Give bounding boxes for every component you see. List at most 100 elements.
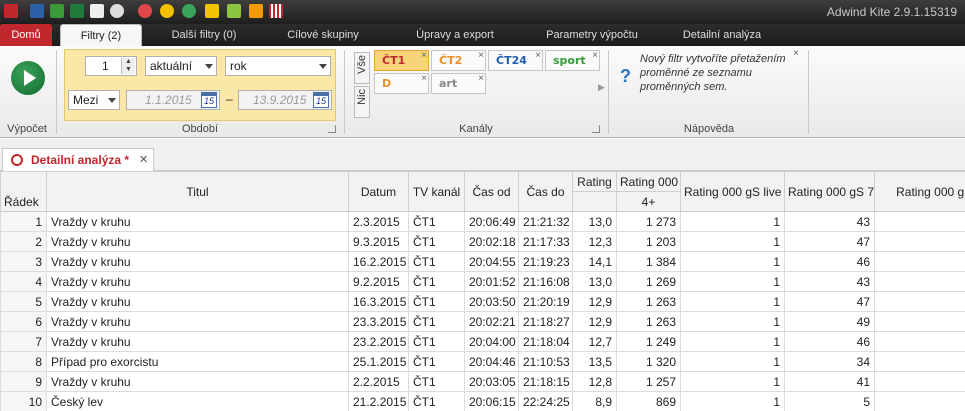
cell-channel[interactable]: ČT1 bbox=[408, 211, 465, 232]
cell-rating-000[interactable]: 869 bbox=[616, 391, 681, 411]
cell-time-from[interactable]: 20:04:46 bbox=[464, 351, 519, 372]
cell-row-number[interactable]: 6 bbox=[0, 311, 47, 332]
cell-rating-gs-7[interactable]: 46 bbox=[784, 331, 875, 352]
tab-dalsi-filtry[interactable]: Další filtry (0) bbox=[158, 24, 250, 46]
cell-rating-gs-30[interactable]: 57 bbox=[874, 251, 965, 272]
cell-rating-gs-7[interactable]: 43 bbox=[784, 211, 875, 232]
close-icon[interactable]: × bbox=[592, 46, 598, 65]
table-row[interactable]: 5 Vraždy v kruhu 16.3.2015 ČT1 20:03:50 21:20… bbox=[0, 291, 965, 312]
period-count-spinner[interactable]: 1 ▲ ▼ bbox=[85, 56, 137, 76]
select-no-channels-button[interactable]: Nic bbox=[354, 86, 370, 118]
cell-time-from[interactable]: 20:03:05 bbox=[464, 371, 519, 392]
tab-upravy-export[interactable]: Úpravy a export bbox=[405, 24, 505, 46]
cell-title[interactable]: Vraždy v kruhu bbox=[46, 251, 349, 272]
cell-rating[interactable]: 14,1 bbox=[572, 251, 617, 272]
cell-rating[interactable]: 12,7 bbox=[572, 331, 617, 352]
cell-rating-000[interactable]: 1 203 bbox=[616, 231, 681, 252]
save-as-icon[interactable] bbox=[50, 4, 64, 18]
cell-rating-gs-live[interactable]: 1 bbox=[680, 331, 785, 352]
cell-title[interactable]: Vraždy v kruhu bbox=[46, 271, 349, 292]
cell-title[interactable]: Vraždy v kruhu bbox=[46, 291, 349, 312]
save-icon[interactable] bbox=[30, 4, 44, 18]
clock-icon[interactable] bbox=[110, 4, 124, 18]
cell-rating-gs-live[interactable]: 1 bbox=[680, 391, 785, 411]
col-header-rating-gs-live[interactable]: Rating 000 gS live bbox=[680, 171, 785, 212]
calendar-icon[interactable]: 15 bbox=[313, 92, 329, 108]
cell-row-number[interactable]: 2 bbox=[0, 231, 47, 252]
channel-ct1[interactable]: ČT1 × bbox=[374, 50, 429, 71]
cell-channel[interactable]: ČT1 bbox=[408, 291, 465, 312]
cell-time-from[interactable]: 20:03:50 bbox=[464, 291, 519, 312]
table-row[interactable]: 7 Vraždy v kruhu 23.2.2015 ČT1 20:04:00 21:18… bbox=[0, 331, 965, 352]
calendar-icon[interactable]: 15 bbox=[201, 92, 217, 108]
date-from-field[interactable]: 1.1.2015 15 bbox=[126, 90, 220, 110]
cell-rating-000[interactable]: 1 320 bbox=[616, 351, 681, 372]
close-icon[interactable]: × bbox=[421, 46, 427, 65]
cell-row-number[interactable]: 10 bbox=[0, 391, 47, 411]
cell-rating-gs-30[interactable]: 60 bbox=[874, 311, 965, 332]
cell-date[interactable]: 9.3.2015 bbox=[348, 231, 409, 252]
cell-rating-000[interactable]: 1 263 bbox=[616, 311, 681, 332]
cell-rating-gs-live[interactable]: 1 bbox=[680, 291, 785, 312]
cell-date[interactable]: 2.2.2015 bbox=[348, 371, 409, 392]
cell-date[interactable]: 16.3.2015 bbox=[348, 291, 409, 312]
cell-date[interactable]: 25.1.2015 bbox=[348, 351, 409, 372]
cell-rating-gs-live[interactable]: 1 bbox=[680, 211, 785, 232]
cell-time-from[interactable]: 20:02:21 bbox=[464, 311, 519, 332]
cell-time-from[interactable]: 20:04:00 bbox=[464, 331, 519, 352]
close-icon[interactable]: × bbox=[421, 69, 427, 88]
cell-channel[interactable]: ČT1 bbox=[408, 371, 465, 392]
cell-channel[interactable]: ČT1 bbox=[408, 391, 465, 411]
cell-time-from[interactable]: 20:06:15 bbox=[464, 391, 519, 411]
cell-title[interactable]: Český lev bbox=[46, 391, 349, 411]
channel-ct-art[interactable]: art × bbox=[431, 73, 486, 94]
cell-title[interactable]: Vraždy v kruhu bbox=[46, 371, 349, 392]
cell-title[interactable]: Případ pro exorcistu bbox=[46, 351, 349, 372]
tab-cilove-skupiny[interactable]: Cílové skupiny bbox=[278, 24, 368, 46]
cell-rating-gs-30[interactable]: 55 bbox=[874, 211, 965, 232]
cell-rating[interactable]: 12,3 bbox=[572, 231, 617, 252]
cell-row-number[interactable]: 7 bbox=[0, 331, 47, 352]
col-header-rating-gs-7[interactable]: Rating 000 gS 7 bbox=[784, 171, 875, 212]
col-header-rating-000[interactable]: Rating 000 bbox=[616, 171, 681, 192]
cell-time-from[interactable]: 20:04:55 bbox=[464, 251, 519, 272]
cell-rating-000[interactable]: 1 257 bbox=[616, 371, 681, 392]
cell-rating-gs-30[interactable]: 58 bbox=[874, 231, 965, 252]
tab-parametry-vypoctu[interactable]: Parametry výpočtu bbox=[532, 24, 652, 46]
cell-rating[interactable]: 13,0 bbox=[572, 271, 617, 292]
cell-row-number[interactable]: 8 bbox=[0, 351, 47, 372]
run-icon[interactable] bbox=[70, 4, 84, 18]
cell-channel[interactable]: ČT1 bbox=[408, 251, 465, 272]
table-row[interactable]: 6 Vraždy v kruhu 23.3.2015 ČT1 20:02:21 21:18… bbox=[0, 311, 965, 332]
cell-time-to[interactable]: 21:18:04 bbox=[518, 331, 573, 352]
stop-icon[interactable] bbox=[90, 4, 104, 18]
cell-row-number[interactable]: 1 bbox=[0, 211, 47, 232]
table-row[interactable]: 9 Vraždy v kruhu 2.2.2015 ČT1 20:03:05 21:18:… bbox=[0, 371, 965, 392]
close-icon[interactable]: × bbox=[478, 69, 484, 88]
cell-rating-gs-7[interactable]: 46 bbox=[784, 251, 875, 272]
cell-rating[interactable]: 12,9 bbox=[572, 311, 617, 332]
cell-rating-gs-30[interactable]: 57 bbox=[874, 331, 965, 352]
calculate-button[interactable] bbox=[8, 56, 48, 100]
cell-channel[interactable]: ČT1 bbox=[408, 331, 465, 352]
cell-time-from[interactable]: 20:06:49 bbox=[464, 211, 519, 232]
close-icon[interactable]: × bbox=[478, 46, 484, 65]
table-row[interactable]: 3 Vraždy v kruhu 16.2.2015 ČT1 20:04:55 21:19… bbox=[0, 251, 965, 272]
export-icon[interactable] bbox=[205, 4, 219, 18]
cell-title[interactable]: Vraždy v kruhu bbox=[46, 331, 349, 352]
cell-title[interactable]: Vraždy v kruhu bbox=[46, 231, 349, 252]
cell-rating[interactable]: 13,0 bbox=[572, 211, 617, 232]
cell-channel[interactable]: ČT1 bbox=[408, 351, 465, 372]
cell-rating-gs-7[interactable]: 41 bbox=[784, 371, 875, 392]
cell-row-number[interactable]: 9 bbox=[0, 371, 47, 392]
green-filter-icon[interactable] bbox=[182, 4, 196, 18]
barcode-icon[interactable] bbox=[269, 4, 283, 18]
cell-rating-gs-7[interactable]: 43 bbox=[784, 271, 875, 292]
cell-rating-gs-7[interactable]: 49 bbox=[784, 311, 875, 332]
cell-time-to[interactable]: 21:16:08 bbox=[518, 271, 573, 292]
cell-rating-000[interactable]: 1 249 bbox=[616, 331, 681, 352]
cell-time-to[interactable]: 21:18:15 bbox=[518, 371, 573, 392]
select-all-channels-button[interactable]: Vše bbox=[354, 52, 370, 84]
table-row[interactable]: 4 Vraždy v kruhu 9.2.2015 ČT1 20:01:52 21:16:… bbox=[0, 271, 965, 292]
cell-time-to[interactable]: 21:10:53 bbox=[518, 351, 573, 372]
